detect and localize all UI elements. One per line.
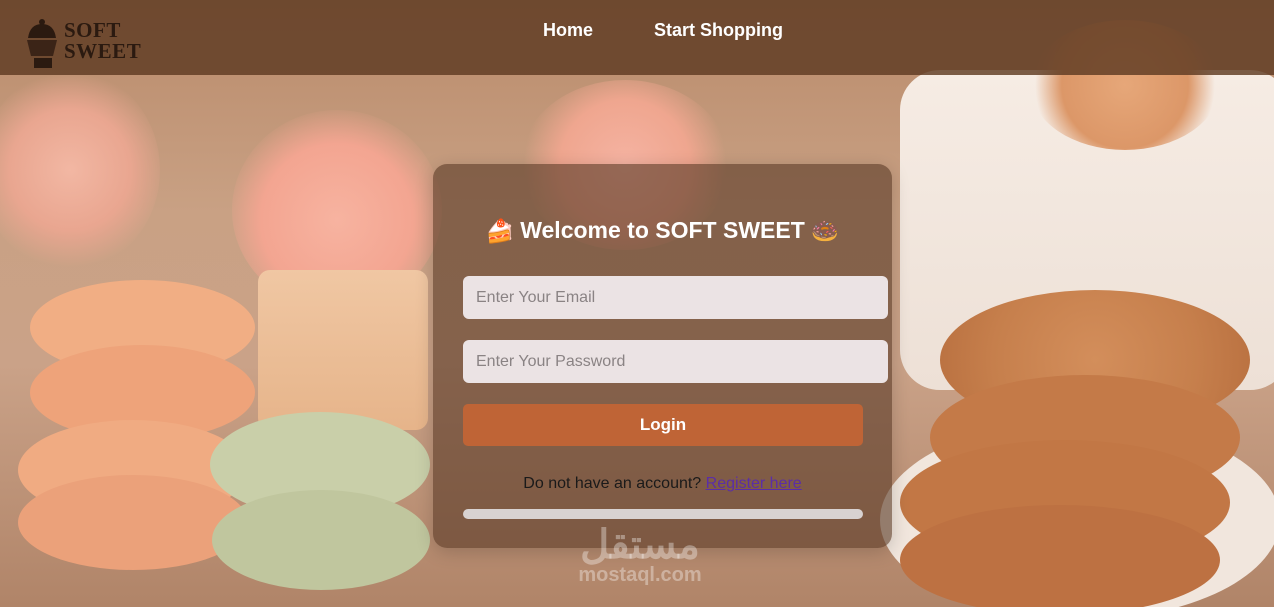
login-button[interactable]: Login: [463, 404, 863, 446]
cupcake-logo-icon: [27, 19, 57, 68]
brand-logo[interactable]: SOFT SWEET: [22, 16, 142, 72]
cookie-4: [900, 505, 1220, 607]
login-card: 🍰Welcome to SOFT SWEET🍩 Login Do not hav…: [433, 164, 892, 548]
nav-start-shopping-link[interactable]: Start Shopping: [654, 20, 783, 41]
watermark-arabic: مستقل: [580, 523, 700, 567]
register-prompt-text: Do not have an account?: [523, 475, 702, 492]
brand-line-1: SOFT: [64, 18, 121, 42]
register-link[interactable]: Register here: [706, 475, 802, 492]
nav-home-link[interactable]: Home: [543, 20, 593, 41]
login-title-text: Welcome to SOFT SWEET: [520, 217, 805, 243]
navbar: SOFT SWEET Home Start Shopping: [0, 0, 1274, 75]
green-macaron-2: [212, 490, 430, 590]
login-title: 🍰 Welcome to SOFT SWEET 🍩: [433, 217, 892, 245]
progress-bar: [463, 509, 863, 519]
register-prompt: Do not have an account? Register here: [433, 475, 892, 493]
watermark: مستقل mostaql.com: [555, 525, 725, 585]
macaron-stack-4: [18, 475, 248, 570]
flower-left: [0, 70, 160, 270]
brand-name: SOFT SWEET: [64, 20, 141, 62]
password-input[interactable]: [463, 340, 888, 383]
donut-icon: 🍩: [810, 218, 840, 245]
email-input[interactable]: [463, 276, 888, 319]
watermark-latin: mostaql.com: [578, 564, 702, 586]
cake-icon: 🍰: [485, 218, 515, 245]
cupcake-base: [258, 270, 428, 430]
brand-line-2: SWEET: [64, 39, 142, 63]
progress-bar-fill: [463, 509, 863, 519]
